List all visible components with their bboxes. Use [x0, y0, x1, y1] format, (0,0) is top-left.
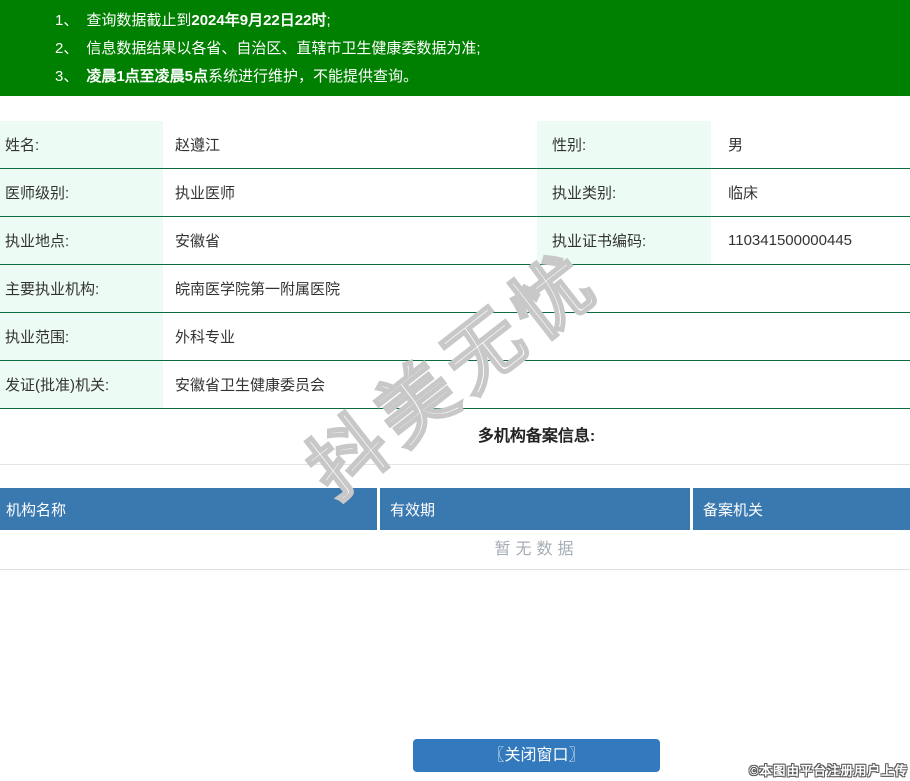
field-value-gender: 男 [728, 137, 744, 154]
field-value-main-institution: 皖南医学院第一附属医院 [175, 281, 341, 298]
notice-text: ; [326, 12, 331, 29]
notice-line-3: 3、 凌晨1点至凌晨5点系统进行维护，不能提供查询。 [55, 63, 910, 91]
field-value-practice-scope: 外科专业 [175, 329, 236, 346]
field-label-practice-category: 执业类别: [537, 169, 711, 216]
field-value-certificate-number: 110341500000445 [728, 232, 853, 249]
close-window-button[interactable]: 〖关闭窗口〗 [413, 739, 660, 772]
field-label-name: 姓名: [0, 121, 163, 168]
field-value-issuing-authority: 安徽省卫生健康委员会 [175, 377, 326, 394]
multi-org-table-header: 机构名称 有效期 备案机关 [0, 488, 910, 530]
notice-number: 1、 [55, 12, 79, 29]
notice-text-bold: 凌晨1点至凌晨5点 [86, 68, 209, 85]
field-label-gender: 性别: [537, 121, 711, 168]
field-value-practice-category: 临床 [728, 185, 759, 202]
multi-org-section-title: 多机构备案信息: [0, 409, 910, 465]
column-header-validity-period: 有效期 [380, 488, 693, 530]
field-label-issuing-authority: 发证(批准)机关: [0, 361, 163, 408]
notice-line-2: 2、 信息数据结果以各省、自治区、直辖市卫生健康委数据为准; [55, 35, 910, 63]
image-attribution-stamp: ©本图由平台注册用户上传 [749, 764, 908, 778]
notice-line-1: 1、 查询数据截止到2024年9月22日22时; [55, 7, 910, 35]
table-row-location-certificate: 执业地点: 安徽省 执业证书编码: 110341500000445 [0, 217, 910, 265]
field-label-doctor-level: 医师级别: [0, 169, 163, 216]
empty-data-message: 暂无数据 [0, 530, 910, 570]
notice-number: 3、 [55, 68, 79, 85]
field-label-certificate-number: 执业证书编码: [537, 217, 711, 264]
notice-text: 信息数据结果以各省、自治区、直辖市卫生健康委数据为准; [86, 40, 481, 57]
table-row-level-category: 医师级别: 执业医师 执业类别: 临床 [0, 169, 910, 217]
column-header-record-authority: 备案机关 [703, 501, 764, 519]
notice-text: 系统进行维护，不能提供查询。 [208, 68, 419, 85]
field-value-name: 赵遵江 [175, 137, 221, 154]
notice-text-bold: 2024年9月22日22时 [191, 12, 327, 29]
field-value-practice-location: 安徽省 [175, 233, 221, 250]
field-label-practice-scope: 执业范围: [0, 313, 163, 360]
field-value-doctor-level: 执业医师 [175, 185, 236, 202]
table-row-main-institution: 主要执业机构: 皖南医学院第一附属医院 [0, 265, 910, 313]
notice-text: 查询数据截止到 [86, 12, 192, 29]
table-row-name-gender: 姓名: 赵遵江 性别: 男 [0, 121, 910, 169]
table-row-practice-scope: 执业范围: 外科专业 [0, 313, 910, 361]
practitioner-info-table: 姓名: 赵遵江 性别: 男 医师级别: 执业医师 执业类别: 临床 执业地点: … [0, 121, 910, 409]
field-label-practice-location: 执业地点: [0, 217, 163, 264]
table-row-issuing-authority: 发证(批准)机关: 安徽省卫生健康委员会 [0, 361, 910, 409]
notice-number: 2、 [55, 40, 79, 57]
field-label-main-institution: 主要执业机构: [0, 265, 163, 312]
notice-banner: 1、 查询数据截止到2024年9月22日22时; 2、 信息数据结果以各省、自治区、… [0, 0, 910, 96]
column-header-institution-name: 机构名称 [0, 488, 380, 530]
